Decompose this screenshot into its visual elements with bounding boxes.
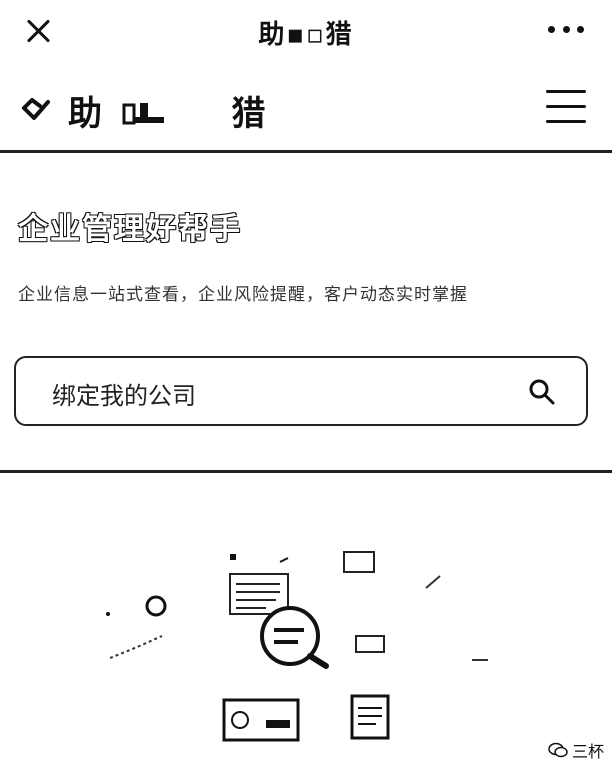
menu-icon[interactable] [546, 90, 586, 126]
hero-title: 企业管理好帮手 [18, 212, 242, 247]
search-placeholder: 绑定我的公司 [52, 382, 196, 410]
search-icon[interactable] [528, 378, 556, 406]
top-bar: 助▪▫猎 [0, 0, 612, 64]
watermark-text: 三杯 [572, 742, 605, 761]
page-title: 助▪▫猎 [258, 20, 354, 50]
brand-name-right: 猎 [231, 94, 270, 134]
brand-name-left: 助 [68, 94, 106, 134]
more-icon[interactable] [548, 26, 584, 36]
watermark: 三杯 [548, 738, 604, 762]
search-input[interactable]: 绑定我的公司 [14, 356, 588, 426]
hero-subtitle: 企业信息一站式查看，企业风险提醒，客户动态实时掌握 [18, 285, 468, 305]
logo-icon[interactable] [18, 92, 52, 126]
section-divider [0, 470, 612, 473]
search-illustration [106, 551, 488, 742]
brand-logo-glyph [122, 103, 164, 125]
site-header: 助 猎 [0, 72, 612, 153]
brand-name[interactable]: 助 猎 [68, 86, 270, 135]
wechat-icon [548, 742, 568, 758]
